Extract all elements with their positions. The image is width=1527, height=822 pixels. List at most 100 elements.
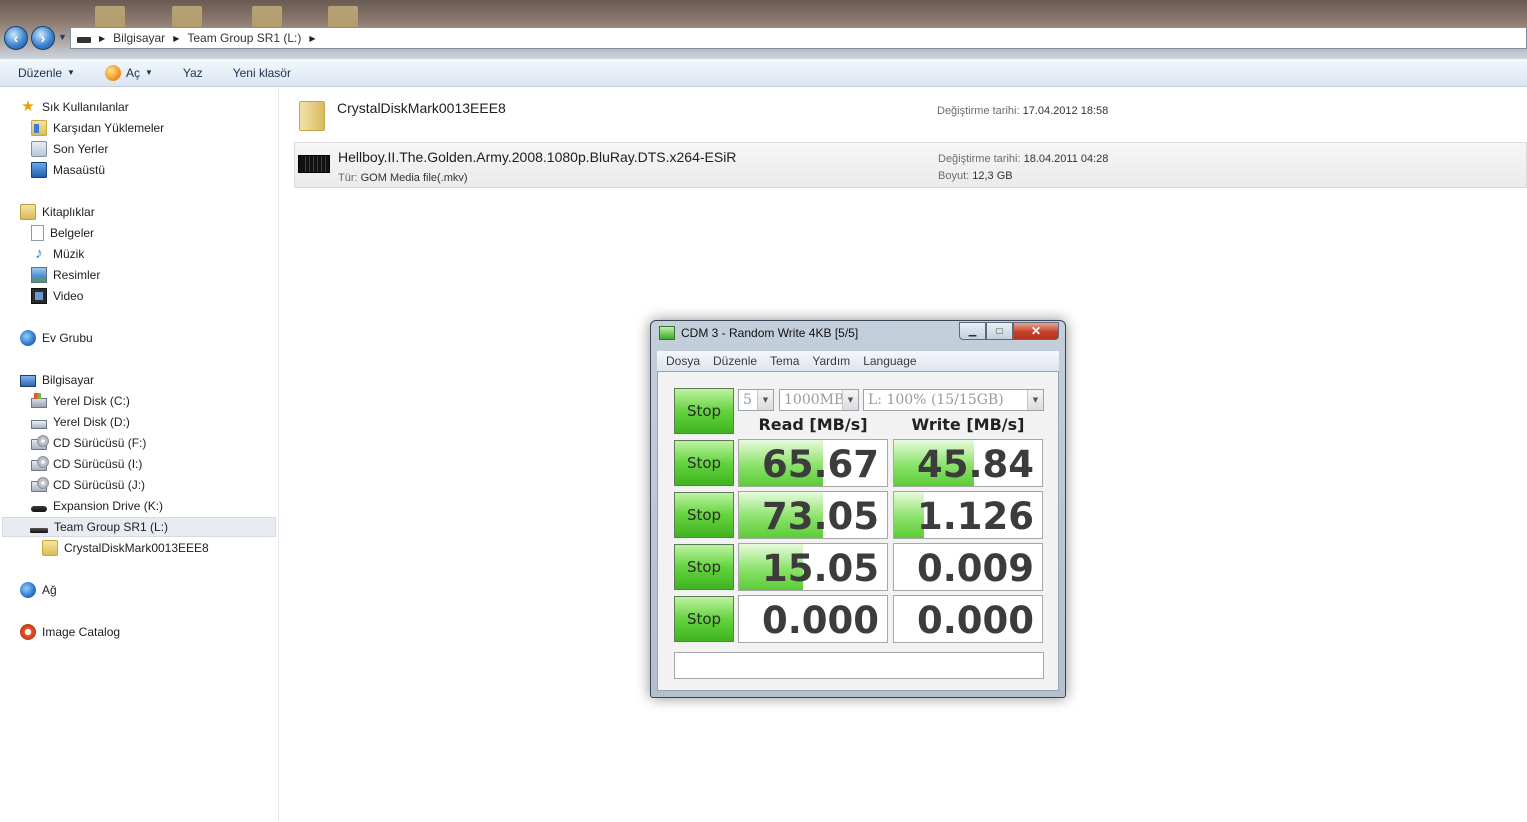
stop-4k-button[interactable]: Stop <box>674 544 734 590</box>
sidebar-item-label: CD Sürücüsü (F:) <box>53 436 147 450</box>
cdm-client-area: Stop 5 ▼ 1000MB ▼ L: 100% (15/15GB) ▼ Re… <box>657 371 1059 691</box>
test-size-select[interactable]: 1000MB ▼ <box>779 389 859 411</box>
organize-label: Düzenle <box>18 65 63 80</box>
test-count-value: 5 <box>743 392 752 408</box>
read-result-cell: 15.05 <box>738 543 888 591</box>
sidebar-item-music[interactable]: ♪ Müzik <box>31 244 84 264</box>
usb-drive-icon <box>30 527 48 533</box>
sidebar-item-label: Belgeler <box>50 226 95 240</box>
sidebar-item-label: Resimler <box>53 268 101 282</box>
drive-icon <box>77 37 91 43</box>
file-row-folder[interactable]: CrystalDiskMark0013EEE8 Değiştirme tarih… <box>294 94 1527 140</box>
menu-theme[interactable]: Tema <box>770 354 799 368</box>
sidebar-item-label: Son Yerler <box>53 142 109 156</box>
read-result-cell: 65.67 <box>738 439 888 487</box>
file-modified: Değiştirme tarihi: 17.04.2012 18:58 <box>937 105 1108 117</box>
stop-seq-button[interactable]: Stop <box>674 440 734 486</box>
menu-file[interactable]: Dosya <box>666 354 700 368</box>
recent-pages-dropdown-icon[interactable]: ▼ <box>58 32 67 42</box>
drive-value: L: 100% (15/15GB) <box>868 392 1004 408</box>
chevron-right-icon[interactable]: ▶ <box>99 34 105 43</box>
read-result-cell: 73.05 <box>738 491 888 539</box>
sidebar-item-label: Sık Kullanılanlar <box>42 100 129 114</box>
window-titlebar: ‹ › ▼ ▶ Bilgisayar ▶ Team Group SR1 (L:)… <box>0 0 1527 60</box>
libraries-icon <box>20 204 36 220</box>
read-value: 15.05 <box>761 547 879 590</box>
background-folder-icon <box>172 6 202 28</box>
sidebar-item-network[interactable]: Ağ <box>20 580 57 600</box>
sidebar-item-label: Kitaplıklar <box>42 205 95 219</box>
video-icon <box>31 288 47 304</box>
file-row-video[interactable]: Hellboy.II.The.Golden.Army.2008.1080p.Bl… <box>294 142 1527 188</box>
chevron-down-icon: ▼ <box>842 390 858 410</box>
sidebar-item-recent-places[interactable]: Son Yerler <box>31 139 108 159</box>
sidebar-item-documents[interactable]: Belgeler <box>31 223 94 243</box>
sidebar-item-drive-i[interactable]: CD Sürücüsü (I:) <box>31 454 142 474</box>
downloads-folder-icon <box>31 120 47 136</box>
chevron-right-icon[interactable]: ▶ <box>309 34 315 43</box>
address-bar[interactable]: ▶ Bilgisayar ▶ Team Group SR1 (L:) ▶ <box>70 27 1527 49</box>
sidebar-item-libraries[interactable]: Kitaplıklar <box>20 202 95 222</box>
breadcrumb-drive[interactable]: Team Group SR1 (L:) <box>187 31 301 45</box>
sidebar-item-cdm-folder[interactable]: CrystalDiskMark0013EEE8 <box>42 538 209 558</box>
cd-drive-icon <box>31 456 49 471</box>
music-note-icon: ♪ <box>35 245 43 262</box>
menu-help[interactable]: Yardım <box>812 354 850 368</box>
stop-all-button[interactable]: Stop <box>674 388 734 434</box>
cdm-titlebar[interactable]: CDM 3 - Random Write 4KB [5/5] <box>659 326 858 340</box>
test-count-select[interactable]: 5 ▼ <box>738 389 774 411</box>
read-value: 0.000 <box>761 599 879 642</box>
sidebar-item-downloads[interactable]: Karşıdan Yüklemeler <box>31 118 164 138</box>
print-button[interactable]: Yaz <box>183 66 203 80</box>
sidebar-item-drive-j[interactable]: CD Sürücüsü (J:) <box>31 475 145 495</box>
sidebar-item-label: Yerel Disk (D:) <box>53 415 130 429</box>
sidebar-item-pictures[interactable]: Resimler <box>31 265 100 285</box>
sidebar-item-drive-c[interactable]: Yerel Disk (C:) <box>31 391 130 411</box>
sidebar-item-drive-k[interactable]: Expansion Drive (K:) <box>31 496 163 516</box>
sidebar-item-label: Müzik <box>53 247 85 261</box>
stop-4k-qd32-button[interactable]: Stop <box>674 596 734 642</box>
network-icon <box>20 582 36 598</box>
sidebar-item-computer[interactable]: Bilgisayar <box>20 370 94 390</box>
sidebar-item-drive-f[interactable]: CD Sürücüsü (F:) <box>31 433 146 453</box>
sidebar-item-label: Ağ <box>42 583 57 597</box>
breadcrumb-computer[interactable]: Bilgisayar <box>113 31 165 45</box>
sidebar-item-label: Ev Grubu <box>42 331 93 345</box>
size-label: Boyut: <box>938 170 970 182</box>
drive-select[interactable]: L: 100% (15/15GB) ▼ <box>863 389 1044 411</box>
desktop-icon <box>31 162 47 178</box>
sidebar-item-drive-l[interactable]: Team Group SR1 (L:) <box>2 517 276 537</box>
modified-label: Değiştirme tarihi: <box>938 153 1021 165</box>
read-column-header: Read [MB/s] <box>758 415 868 434</box>
maximize-button[interactable]: □ <box>986 322 1013 340</box>
minimize-button[interactable]: ▁ <box>959 322 986 340</box>
open-with-icon <box>104 64 121 81</box>
disk-app-icon <box>659 326 675 340</box>
command-bar: Düzenle ▼ Aç ▼ Yaz Yeni klasör <box>0 59 1527 87</box>
star-icon: ★ <box>21 98 35 115</box>
homegroup-icon <box>20 330 36 346</box>
sidebar-item-videos[interactable]: Video <box>31 286 83 306</box>
sidebar-item-drive-d[interactable]: Yerel Disk (D:) <box>31 412 130 432</box>
menu-language[interactable]: Language <box>863 354 916 368</box>
file-name: CrystalDiskMark0013EEE8 <box>337 100 506 116</box>
close-button[interactable]: ✕ <box>1013 322 1059 340</box>
sidebar-item-image-catalog[interactable]: Image Catalog <box>20 622 120 642</box>
read-value: 65.67 <box>761 443 879 486</box>
chevron-down-icon: ▼ <box>144 68 153 77</box>
image-catalog-icon <box>20 624 36 640</box>
write-value: 0.000 <box>916 599 1034 642</box>
sidebar-item-favorites[interactable]: ★ Sık Kullanılanlar <box>20 97 129 117</box>
sidebar-item-homegroup[interactable]: Ev Grubu <box>20 328 93 348</box>
back-button[interactable]: ‹ <box>4 26 28 50</box>
new-folder-button[interactable]: Yeni klasör <box>233 66 291 80</box>
open-button[interactable]: Aç ▼ <box>104 64 153 81</box>
sidebar-item-desktop[interactable]: Masaüstü <box>31 160 105 180</box>
chevron-right-icon[interactable]: ▶ <box>173 34 179 43</box>
forward-button[interactable]: › <box>31 26 55 50</box>
sidebar-item-label: Yerel Disk (C:) <box>53 394 130 408</box>
stop-512k-button[interactable]: Stop <box>674 492 734 538</box>
menu-edit[interactable]: Düzenle <box>713 354 757 368</box>
cd-drive-icon <box>31 435 49 450</box>
organize-menu-button[interactable]: Düzenle ▼ <box>18 66 75 80</box>
